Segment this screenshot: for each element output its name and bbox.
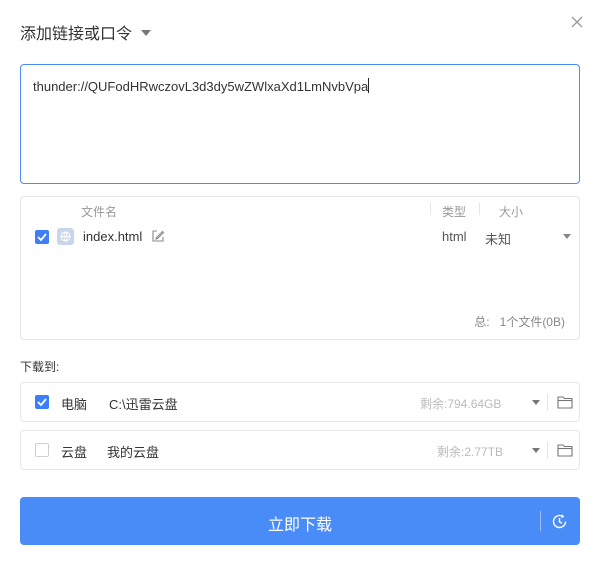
dialog-header[interactable]: 添加链接或口令 bbox=[20, 20, 152, 44]
destination-cloud-checkbox[interactable] bbox=[35, 443, 49, 457]
column-header-size: 大小 bbox=[499, 205, 524, 219]
link-input-value: thunder://QUFodHRwczovL3d3dy5wZWlxaXd1Lm… bbox=[33, 79, 369, 94]
divider bbox=[547, 394, 548, 411]
download-to-label: 下载到: bbox=[20, 360, 60, 374]
chevron-down-icon[interactable] bbox=[141, 30, 152, 36]
destination-local[interactable]: 电脑 C:\迅雷云盘 剩余:794.64GB bbox=[20, 382, 580, 422]
file-total: 总: 1个文件(0B) bbox=[474, 313, 565, 330]
globe-file-icon bbox=[57, 228, 74, 245]
destination-path: 我的云盘 bbox=[107, 445, 160, 460]
add-link-dialog: 添加链接或口令 thunder://QUFodHRwczovL3d3dy5wZW… bbox=[0, 0, 600, 565]
text-cursor bbox=[368, 78, 370, 93]
total-label: 总: bbox=[474, 315, 490, 329]
divider bbox=[547, 442, 548, 459]
file-size: 未知 bbox=[485, 232, 512, 247]
divider bbox=[540, 511, 541, 531]
check-icon bbox=[37, 398, 47, 407]
chevron-down-icon[interactable] bbox=[532, 400, 540, 405]
folder-icon[interactable] bbox=[557, 395, 573, 409]
column-divider bbox=[430, 203, 431, 215]
destination-name: 云盘 bbox=[61, 445, 88, 460]
column-header-name: 文件名 bbox=[81, 205, 118, 219]
destination-free-space: 剩余:794.64GB bbox=[420, 397, 502, 411]
close-icon[interactable] bbox=[569, 14, 585, 30]
check-icon bbox=[37, 233, 47, 242]
column-divider bbox=[479, 203, 480, 215]
file-row-checkbox[interactable] bbox=[35, 230, 49, 244]
file-type: html bbox=[442, 229, 467, 244]
destination-cloud[interactable]: 云盘 我的云盘 剩余:2.77TB bbox=[20, 430, 580, 470]
chevron-down-icon[interactable] bbox=[563, 234, 571, 239]
link-input[interactable]: thunder://QUFodHRwczovL3d3dy5wZWlxaXd1Lm… bbox=[20, 64, 580, 184]
clock-icon[interactable] bbox=[551, 513, 568, 530]
file-list-panel: 文件名 类型 大小 index.html html 未知 总: 1个文件(0B) bbox=[20, 196, 580, 340]
destination-name: 电脑 bbox=[61, 397, 88, 412]
destination-local-checkbox[interactable] bbox=[35, 395, 49, 409]
file-name: index.html bbox=[83, 229, 143, 244]
edit-icon[interactable] bbox=[151, 229, 165, 243]
destination-free-space: 剩余:2.77TB bbox=[437, 445, 504, 459]
chevron-down-icon[interactable] bbox=[532, 448, 540, 453]
column-header-type: 类型 bbox=[442, 205, 467, 219]
dialog-title: 添加链接或口令 bbox=[20, 26, 133, 43]
download-now-button[interactable]: 立即下载 bbox=[20, 497, 580, 545]
folder-icon[interactable] bbox=[557, 443, 573, 457]
destination-path: C:\迅雷云盘 bbox=[109, 397, 178, 412]
download-now-label: 立即下载 bbox=[267, 517, 332, 534]
total-value: 1个文件(0B) bbox=[499, 315, 565, 329]
